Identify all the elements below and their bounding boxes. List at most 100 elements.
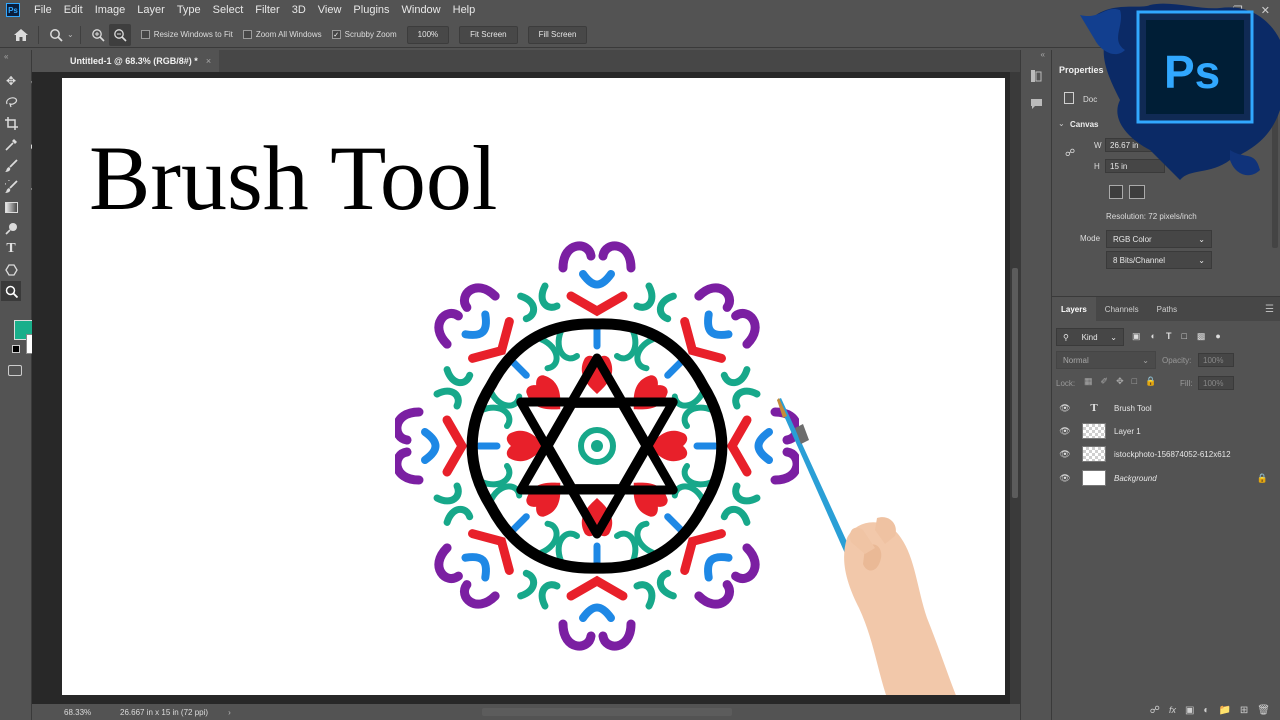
lock-label: Lock: bbox=[1056, 379, 1076, 388]
expand-panels-icon[interactable]: « bbox=[1021, 50, 1051, 59]
layer-row[interactable]: 👁 Background 🔒 bbox=[1052, 467, 1280, 489]
zoom-level-status[interactable]: 68.33% bbox=[32, 708, 91, 717]
lock-all-icon[interactable]: 🔒 bbox=[1145, 376, 1156, 387]
scrubby-zoom-checkbox[interactable]: ✓ Scrubby Zoom bbox=[331, 30, 397, 39]
fill-input[interactable]: 100% bbox=[1198, 376, 1234, 390]
color-mode-select[interactable]: RGB Color ⌄ bbox=[1106, 230, 1212, 248]
link-layers-icon[interactable]: ☍ bbox=[1150, 705, 1160, 716]
menu-image[interactable]: Image bbox=[89, 0, 132, 20]
gradient-tool-icon[interactable] bbox=[4, 200, 18, 214]
horizontal-scrollbar-thumb[interactable] bbox=[482, 708, 732, 716]
menu-select[interactable]: Select bbox=[207, 0, 250, 20]
fit-screen-button[interactable]: Fit Screen bbox=[459, 25, 518, 44]
filter-toggle-icon[interactable]: ● bbox=[1215, 331, 1220, 342]
opacity-input[interactable]: 100% bbox=[1198, 353, 1234, 367]
visibility-eye-icon[interactable]: 👁 bbox=[1054, 403, 1076, 414]
mandala-stroke bbox=[460, 580, 500, 609]
delete-layer-icon[interactable]: 🗑 bbox=[1257, 705, 1270, 716]
adjustment-layer-icon[interactable]: ◐ bbox=[1203, 705, 1209, 716]
mandala-stroke bbox=[433, 387, 462, 410]
layer-row[interactable]: 👁 istockphoto-156874052-612x612 bbox=[1052, 443, 1280, 465]
mandala-stroke bbox=[656, 292, 677, 323]
scrollbar-thumb[interactable] bbox=[1012, 268, 1018, 498]
menu-window[interactable]: Window bbox=[396, 0, 447, 20]
crop-tool-icon[interactable] bbox=[4, 116, 18, 130]
link-icon[interactable]: ☍ bbox=[1065, 148, 1075, 159]
new-layer-icon[interactable]: ⊞ bbox=[1240, 705, 1248, 716]
filter-type-icon[interactable]: T bbox=[1166, 331, 1172, 342]
filter-smart-object-icon[interactable]: ▩ bbox=[1197, 331, 1206, 342]
filter-pixel-icon[interactable]: ▣ bbox=[1132, 331, 1141, 342]
zoom-in-icon[interactable] bbox=[87, 24, 109, 46]
resize-windows-checkbox[interactable]: Resize Windows to Fit bbox=[140, 30, 233, 39]
close-tab-icon[interactable]: × bbox=[206, 56, 211, 66]
chevron-down-icon[interactable]: ⌄ bbox=[67, 30, 74, 39]
lock-artboard-icon[interactable]: □ bbox=[1132, 376, 1137, 387]
collapse-panel-icon[interactable]: « bbox=[4, 52, 8, 61]
menu-type[interactable]: Type bbox=[171, 0, 207, 20]
brush-tool-icon[interactable] bbox=[4, 158, 18, 172]
menu-view[interactable]: View bbox=[312, 0, 348, 20]
checkbox-box[interactable] bbox=[140, 30, 150, 39]
layer-row[interactable]: 👁 T Brush Tool bbox=[1052, 397, 1280, 419]
mandala-stroke bbox=[558, 619, 596, 651]
fill-screen-button[interactable]: Fill Screen bbox=[527, 25, 588, 44]
history-brush-icon[interactable] bbox=[4, 179, 18, 193]
panel-menu-icon[interactable]: ☰ bbox=[1265, 304, 1274, 315]
comments-panel-icon[interactable] bbox=[1025, 93, 1047, 115]
tab-paths[interactable]: Paths bbox=[1148, 297, 1186, 321]
history-panel-icon[interactable] bbox=[1025, 65, 1047, 87]
vertical-scrollbar[interactable] bbox=[1010, 72, 1020, 704]
menu-edit[interactable]: Edit bbox=[58, 0, 89, 20]
zoom-value-field[interactable]: 100% bbox=[406, 25, 450, 44]
filter-adjustment-icon[interactable]: ◐ bbox=[1151, 331, 1156, 342]
layer-row[interactable]: 👁 Layer 1 bbox=[1052, 420, 1280, 442]
document-canvas[interactable]: Brush Tool bbox=[62, 78, 1005, 695]
shape-tool-icon[interactable] bbox=[4, 263, 18, 277]
lasso-tool-icon[interactable] bbox=[4, 95, 18, 109]
filter-shape-icon[interactable]: □ bbox=[1181, 331, 1186, 342]
menu-3d[interactable]: 3D bbox=[286, 0, 312, 20]
quick-mask-icon[interactable] bbox=[8, 365, 22, 376]
lock-pixels-icon[interactable]: ✐ bbox=[1101, 376, 1109, 387]
tab-layers[interactable]: Layers bbox=[1052, 297, 1096, 321]
divider bbox=[38, 25, 39, 44]
fx-icon[interactable]: fx bbox=[1169, 705, 1176, 715]
zoom-tool-icon[interactable] bbox=[1, 281, 21, 301]
move-tool-icon[interactable]: ✥ bbox=[4, 74, 18, 88]
add-mask-icon[interactable]: ▣ bbox=[1185, 705, 1194, 716]
type-tool-icon[interactable]: T bbox=[4, 241, 18, 256]
zoom-all-windows-checkbox[interactable]: Zoom All Windows bbox=[242, 30, 322, 39]
visibility-eye-icon[interactable]: 👁 bbox=[1054, 449, 1076, 460]
new-group-icon[interactable]: 📁 bbox=[1218, 705, 1230, 716]
menu-filter[interactable]: Filter bbox=[249, 0, 285, 20]
document-tab[interactable]: Untitled-1 @ 68.3% (RGB/8#) * × bbox=[62, 50, 220, 72]
layer-filter-select[interactable]: ⚲ Kind ⌄ bbox=[1056, 328, 1124, 346]
dodge-tool-icon[interactable] bbox=[4, 221, 18, 235]
mandala-stroke bbox=[664, 359, 684, 379]
eyedropper-icon[interactable] bbox=[4, 137, 18, 151]
mandala-stroke bbox=[633, 581, 656, 610]
mandala-stroke bbox=[732, 482, 761, 505]
visibility-eye-icon[interactable]: 👁 bbox=[1054, 426, 1076, 437]
mandala-stroke bbox=[694, 283, 734, 312]
menu-help[interactable]: Help bbox=[447, 0, 482, 20]
lock-transparency-icon[interactable]: ▦ bbox=[1084, 376, 1093, 387]
checkbox-box[interactable] bbox=[242, 30, 252, 39]
lock-position-icon[interactable]: ✥ bbox=[1116, 376, 1124, 387]
opacity-label: Opacity: bbox=[1162, 356, 1192, 365]
tab-channels[interactable]: Channels bbox=[1096, 297, 1148, 321]
visibility-eye-icon[interactable]: 👁 bbox=[1054, 473, 1076, 484]
menu-file[interactable]: File bbox=[28, 0, 58, 20]
home-icon[interactable] bbox=[10, 24, 32, 46]
blend-mode-select[interactable]: Normal ⌄ bbox=[1056, 351, 1156, 369]
chevron-down-icon[interactable]: ⌄ bbox=[1058, 119, 1065, 128]
check-icon[interactable]: ✓ bbox=[331, 30, 341, 39]
menu-plugins[interactable]: Plugins bbox=[347, 0, 395, 20]
menu-layer[interactable]: Layer bbox=[131, 0, 171, 20]
zoom-tool-preset-icon[interactable] bbox=[45, 24, 67, 46]
zoom-out-icon[interactable] bbox=[108, 23, 131, 46]
chevron-right-icon[interactable]: › bbox=[228, 708, 231, 717]
default-colors-icon[interactable] bbox=[12, 345, 20, 353]
bit-depth-select[interactable]: 8 Bits/Channel ⌄ bbox=[1106, 251, 1212, 269]
